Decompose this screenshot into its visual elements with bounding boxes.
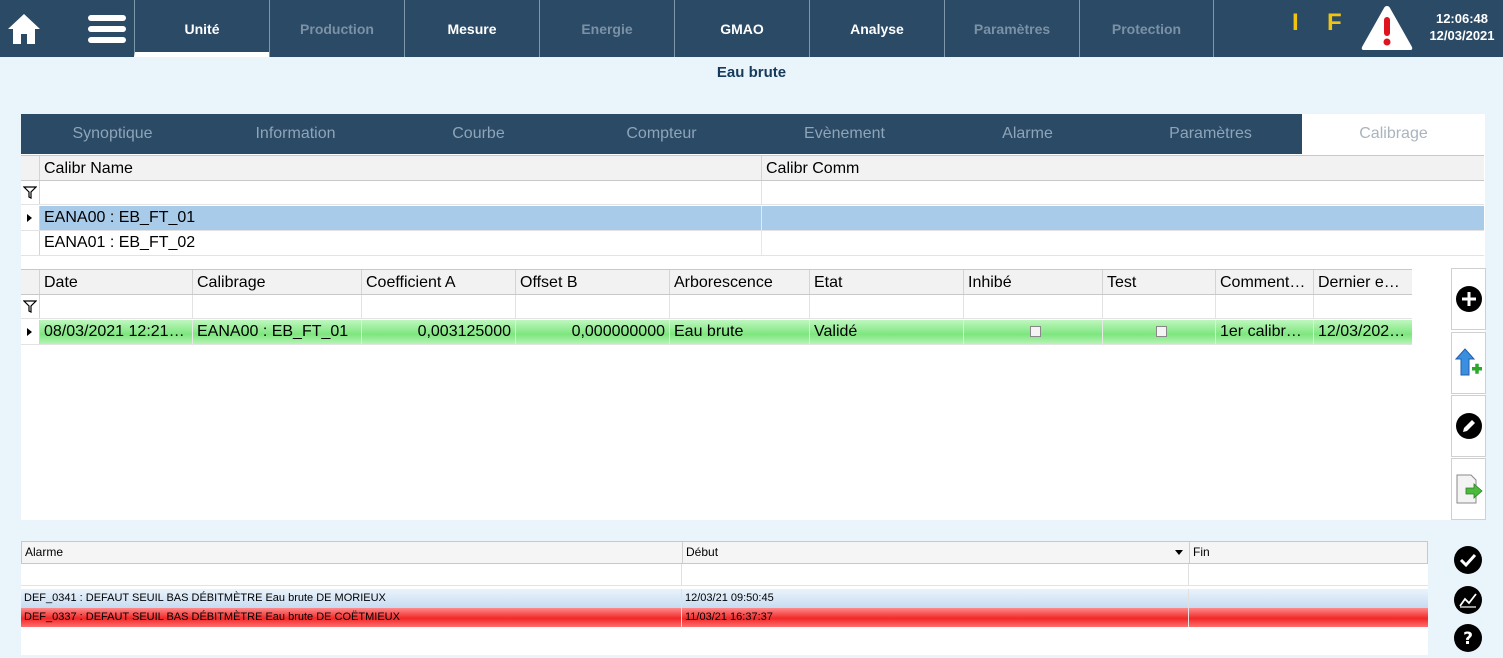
test-checkbox[interactable] (1155, 326, 1167, 338)
cell-coefficient-a: 0,003125000 (362, 320, 516, 344)
tab-unite[interactable]: Unité (134, 0, 269, 57)
alarm-start: 11/03/21 16:37:37 (682, 608, 1189, 627)
export-button[interactable] (1451, 458, 1486, 520)
cell-dernier: 12/03/202… (1318, 323, 1406, 340)
check-icon (1454, 546, 1482, 574)
export-icon (1456, 474, 1483, 504)
row-pointer-icon (27, 328, 32, 336)
tab-mesure[interactable]: Mesure (404, 0, 539, 57)
calib-list-row[interactable]: EANA01 : EB_FT_02 (21, 231, 1484, 256)
filter-calibr-comm[interactable] (762, 181, 1484, 204)
menu-icon (88, 14, 126, 21)
subtab-alarme[interactable]: Alarme (936, 114, 1119, 154)
help-button[interactable]: ? (1452, 622, 1484, 654)
calib-details-header: Date Calibrage Coefficient A Offset B Ar… (21, 269, 1412, 295)
warning-icon (1361, 6, 1413, 50)
clock: 12:06:48 12/03/2021 (1422, 10, 1502, 44)
clock-time: 12:06:48 (1435, 11, 1489, 26)
col-calibr-comm[interactable]: Calibr Comm (762, 156, 1484, 180)
alarm-label: DEF_0337 : DEFAUT SEUIL BAS DÉBITMÈTRE E… (21, 608, 682, 627)
subtab-calibrage[interactable]: Calibrage (1302, 114, 1485, 154)
home-icon (8, 13, 40, 44)
alarm-label: DEF_0341 : DEFAUT SEUIL BAS DÉBITMÈTRE E… (21, 589, 682, 608)
calib-list-header: Calibr Name Calibr Comm (21, 155, 1484, 181)
subtab-compteur[interactable]: Compteur (570, 114, 753, 154)
home-button[interactable] (0, 0, 48, 57)
cell-date: 08/03/2021 12:21… (40, 320, 193, 344)
indicator-i[interactable]: I (1292, 9, 1299, 37)
alarm-button[interactable] (1360, 4, 1414, 52)
inhibe-checkbox[interactable] (1029, 326, 1041, 338)
cell-calibrage: EANA00 : EB_FT_01 (193, 320, 362, 344)
cell-etat: Validé (810, 320, 964, 344)
col-offset-b[interactable]: Offset B (516, 270, 670, 294)
filter-icon[interactable] (23, 300, 37, 313)
col-dernier[interactable]: Dernier e… (1314, 270, 1412, 294)
edit-icon (1455, 413, 1482, 439)
col-coefficient-a[interactable]: Coefficient A (362, 270, 516, 294)
svg-text:?: ? (1463, 629, 1473, 649)
alarm-row[interactable]: DEF_0337 : DEFAUT SEUIL BAS DÉBITMÈTRE E… (21, 608, 1428, 627)
add-button[interactable] (1451, 268, 1486, 330)
subtab-courbe[interactable]: Courbe (387, 114, 570, 154)
page-title: Eau brute (716, 64, 787, 81)
tab-analyse[interactable]: Analyse (809, 0, 944, 57)
alarm-end (1189, 608, 1426, 627)
help-icon: ? (1454, 624, 1482, 652)
col-date[interactable]: Date (40, 270, 193, 294)
chart-icon (1454, 586, 1482, 614)
col-inhibe[interactable]: Inhibé (964, 270, 1103, 294)
tab-parametres[interactable]: Paramètres (944, 0, 1079, 57)
cell-comment: 1er calibr… (1216, 320, 1314, 344)
filter-icon[interactable] (23, 186, 37, 199)
top-bar: Unité Production Mesure Energie GMAO Ana… (0, 0, 1503, 57)
col-test[interactable]: Test (1103, 270, 1216, 294)
indicator-f[interactable]: F (1327, 9, 1342, 37)
menu-button[interactable] (80, 0, 134, 57)
col-arborescence[interactable]: Arborescence (670, 270, 810, 294)
cell-test (1103, 320, 1216, 344)
calib-list-filter-row (21, 181, 1484, 205)
alarm-end (1189, 589, 1426, 608)
alarm-header: Alarme Début Fin (21, 541, 1428, 564)
tab-protection[interactable]: Protection (1079, 0, 1214, 57)
calib-list-row[interactable]: EANA00 : EB_FT_01 (21, 206, 1484, 231)
alarm-start: 12/03/21 09:50:45 (682, 589, 1189, 608)
upload-add-icon (1454, 348, 1482, 376)
col-calibr-name[interactable]: Calibr Name (40, 156, 762, 180)
main-tabs: Unité Production Mesure Energie GMAO Ana… (134, 0, 1214, 57)
chart-button[interactable] (1452, 584, 1484, 616)
col-comment[interactable]: Comment… (1216, 270, 1314, 294)
alarm-row[interactable]: DEF_0341 : DEFAUT SEUIL BAS DÉBITMÈTRE E… (21, 589, 1428, 608)
acknowledge-button[interactable] (1452, 544, 1484, 576)
edit-button[interactable] (1451, 395, 1486, 457)
alarm-filter-row (21, 564, 1428, 586)
col-fin[interactable]: Fin (1190, 542, 1427, 563)
sub-tabs: Synoptique Information Courbe Compteur E… (21, 114, 1485, 154)
cell-inhibe (964, 320, 1103, 344)
col-alarme[interactable]: Alarme (22, 542, 683, 563)
col-debut[interactable]: Début (683, 542, 1190, 563)
calib-details-filter-row (21, 295, 1412, 319)
col-etat[interactable]: Etat (810, 270, 964, 294)
clock-date: 12/03/2021 (1429, 28, 1495, 43)
filter-calibr-name[interactable] (40, 181, 762, 204)
add-icon (1455, 286, 1482, 312)
cell-offset-b: 0,000000000 (516, 320, 670, 344)
tab-production[interactable]: Production (269, 0, 404, 57)
subtab-evenement[interactable]: Evènement (753, 114, 936, 154)
sort-desc-icon (1175, 550, 1183, 555)
col-calibrage[interactable]: Calibrage (193, 270, 362, 294)
tab-gmao[interactable]: GMAO (674, 0, 809, 57)
subtab-information[interactable]: Information (204, 114, 387, 154)
subtab-synoptique[interactable]: Synoptique (21, 114, 204, 154)
row-pointer-icon (27, 214, 32, 222)
cell-arborescence: Eau brute (670, 320, 810, 344)
subtab-parametres[interactable]: Paramètres (1119, 114, 1302, 154)
calib-details-row[interactable]: 08/03/2021 12:21… EANA00 : EB_FT_01 0,00… (21, 320, 1412, 345)
upload-add-button[interactable] (1451, 332, 1486, 394)
tab-energie[interactable]: Energie (539, 0, 674, 57)
